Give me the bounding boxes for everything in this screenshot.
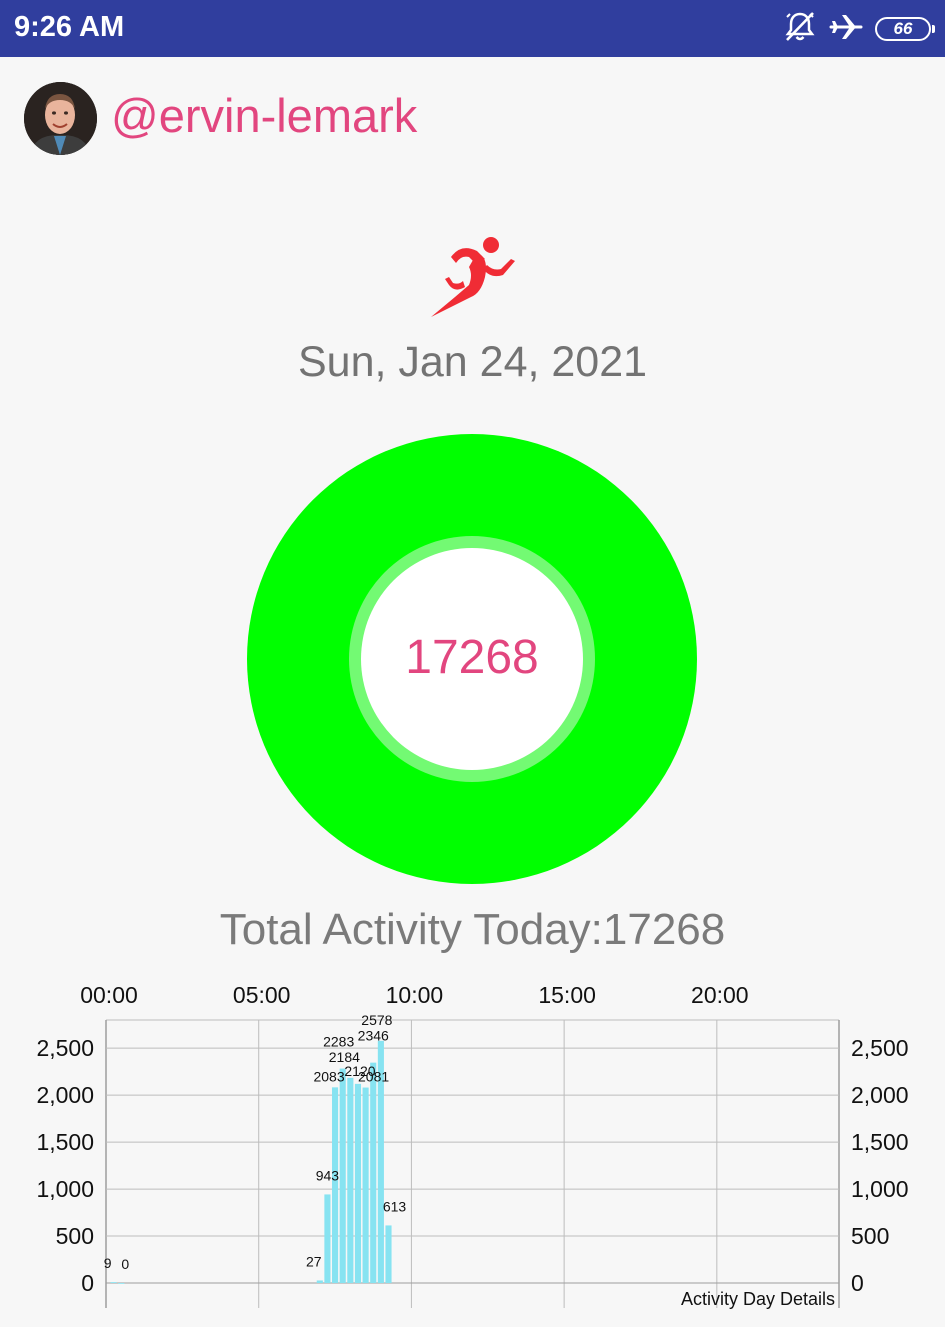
chart-bar — [118, 1283, 125, 1284]
chart-bar — [362, 1087, 369, 1283]
chart-y-tick-label-right: 1,500 — [851, 1129, 909, 1155]
username[interactable]: @ervin-lemark — [111, 88, 417, 143]
chart-y-tick-label-left: 1,500 — [36, 1129, 94, 1155]
chart-bar — [354, 1083, 362, 1283]
chart-bar — [339, 1068, 346, 1283]
chart-bar — [332, 1087, 339, 1283]
chart-bar-value-label: 27 — [306, 1253, 322, 1269]
chart-y-tick-label-left: 0 — [81, 1270, 94, 1296]
chart-y-tick-label-left: 2,000 — [36, 1082, 94, 1108]
chart-bar-value-label: 9 — [104, 1255, 112, 1271]
chart-y-tick-label-right: 1,000 — [851, 1176, 909, 1202]
chart-bar-value-label: 2578 — [361, 1012, 392, 1028]
chart-y-tick-label-right: 0 — [851, 1270, 864, 1296]
alarm-off-icon — [783, 10, 817, 49]
chart-y-tick-label-right: 2,500 — [851, 1035, 909, 1061]
chart-y-tick-label-left: 1,000 — [36, 1176, 94, 1202]
chart-bar-value-label: 613 — [383, 1198, 407, 1214]
chart-y-tick-label-right: 500 — [851, 1223, 889, 1249]
chart-description: Activity Day Details — [681, 1289, 835, 1309]
chart-bar — [385, 1225, 392, 1283]
activity-ring-value: 17268 — [405, 631, 539, 684]
status-time: 9:26 AM — [14, 11, 125, 43]
chart-bar — [347, 1077, 354, 1283]
chart-bar — [316, 1280, 323, 1283]
chart-x-tick-label: 15:00 — [538, 982, 596, 1008]
avatar[interactable] — [24, 82, 97, 155]
battery-level: 66 — [893, 19, 913, 38]
date-label: Sun, Jan 24, 2021 — [297, 338, 648, 386]
activity-chart[interactable]: 00:00 05:00 10:00 15:00 20:00 0 0 500 500 1,000 1,… — [0, 975, 945, 1320]
chart-y-tick-label-left: 500 — [56, 1223, 94, 1249]
status-icons: 66 — [783, 10, 935, 49]
chart-x-tick-label: 00:00 — [80, 982, 138, 1008]
status-bar: 9:26 AM 66 — [0, 0, 945, 57]
chart-bar — [324, 1194, 331, 1283]
chart-x-tick-label: 20:00 — [691, 982, 749, 1008]
chart-x-tick-label: 05:00 — [233, 982, 291, 1008]
chart-x-tick-label: 10:00 — [386, 982, 444, 1008]
chart-bar — [370, 1062, 377, 1283]
chart-bar-value-label: 943 — [316, 1167, 340, 1183]
activity-chart-svg: 00:00 05:00 10:00 15:00 20:00 0 0 500 500 1,000 1,… — [36, 982, 909, 1309]
battery-icon: 66 — [875, 17, 935, 41]
chart-bar-value-label: 0 — [121, 1256, 129, 1272]
chart-bar-value-label: 2081 — [358, 1069, 389, 1085]
chart-y-tick-label-left: 2,500 — [36, 1035, 94, 1061]
airplane-mode-icon — [829, 10, 863, 49]
running-person-icon — [425, 235, 521, 319]
chart-bar-value-label: 2283 — [323, 1034, 354, 1050]
chart-bar — [110, 1282, 117, 1283]
chart-y-tick-label-right: 2,000 — [851, 1082, 909, 1108]
chart-bar-value-label: 2346 — [358, 1028, 389, 1044]
total-activity-label: Total Activity Today:17268 — [219, 905, 726, 954]
chart-bar-value-label: 2083 — [313, 1068, 344, 1084]
